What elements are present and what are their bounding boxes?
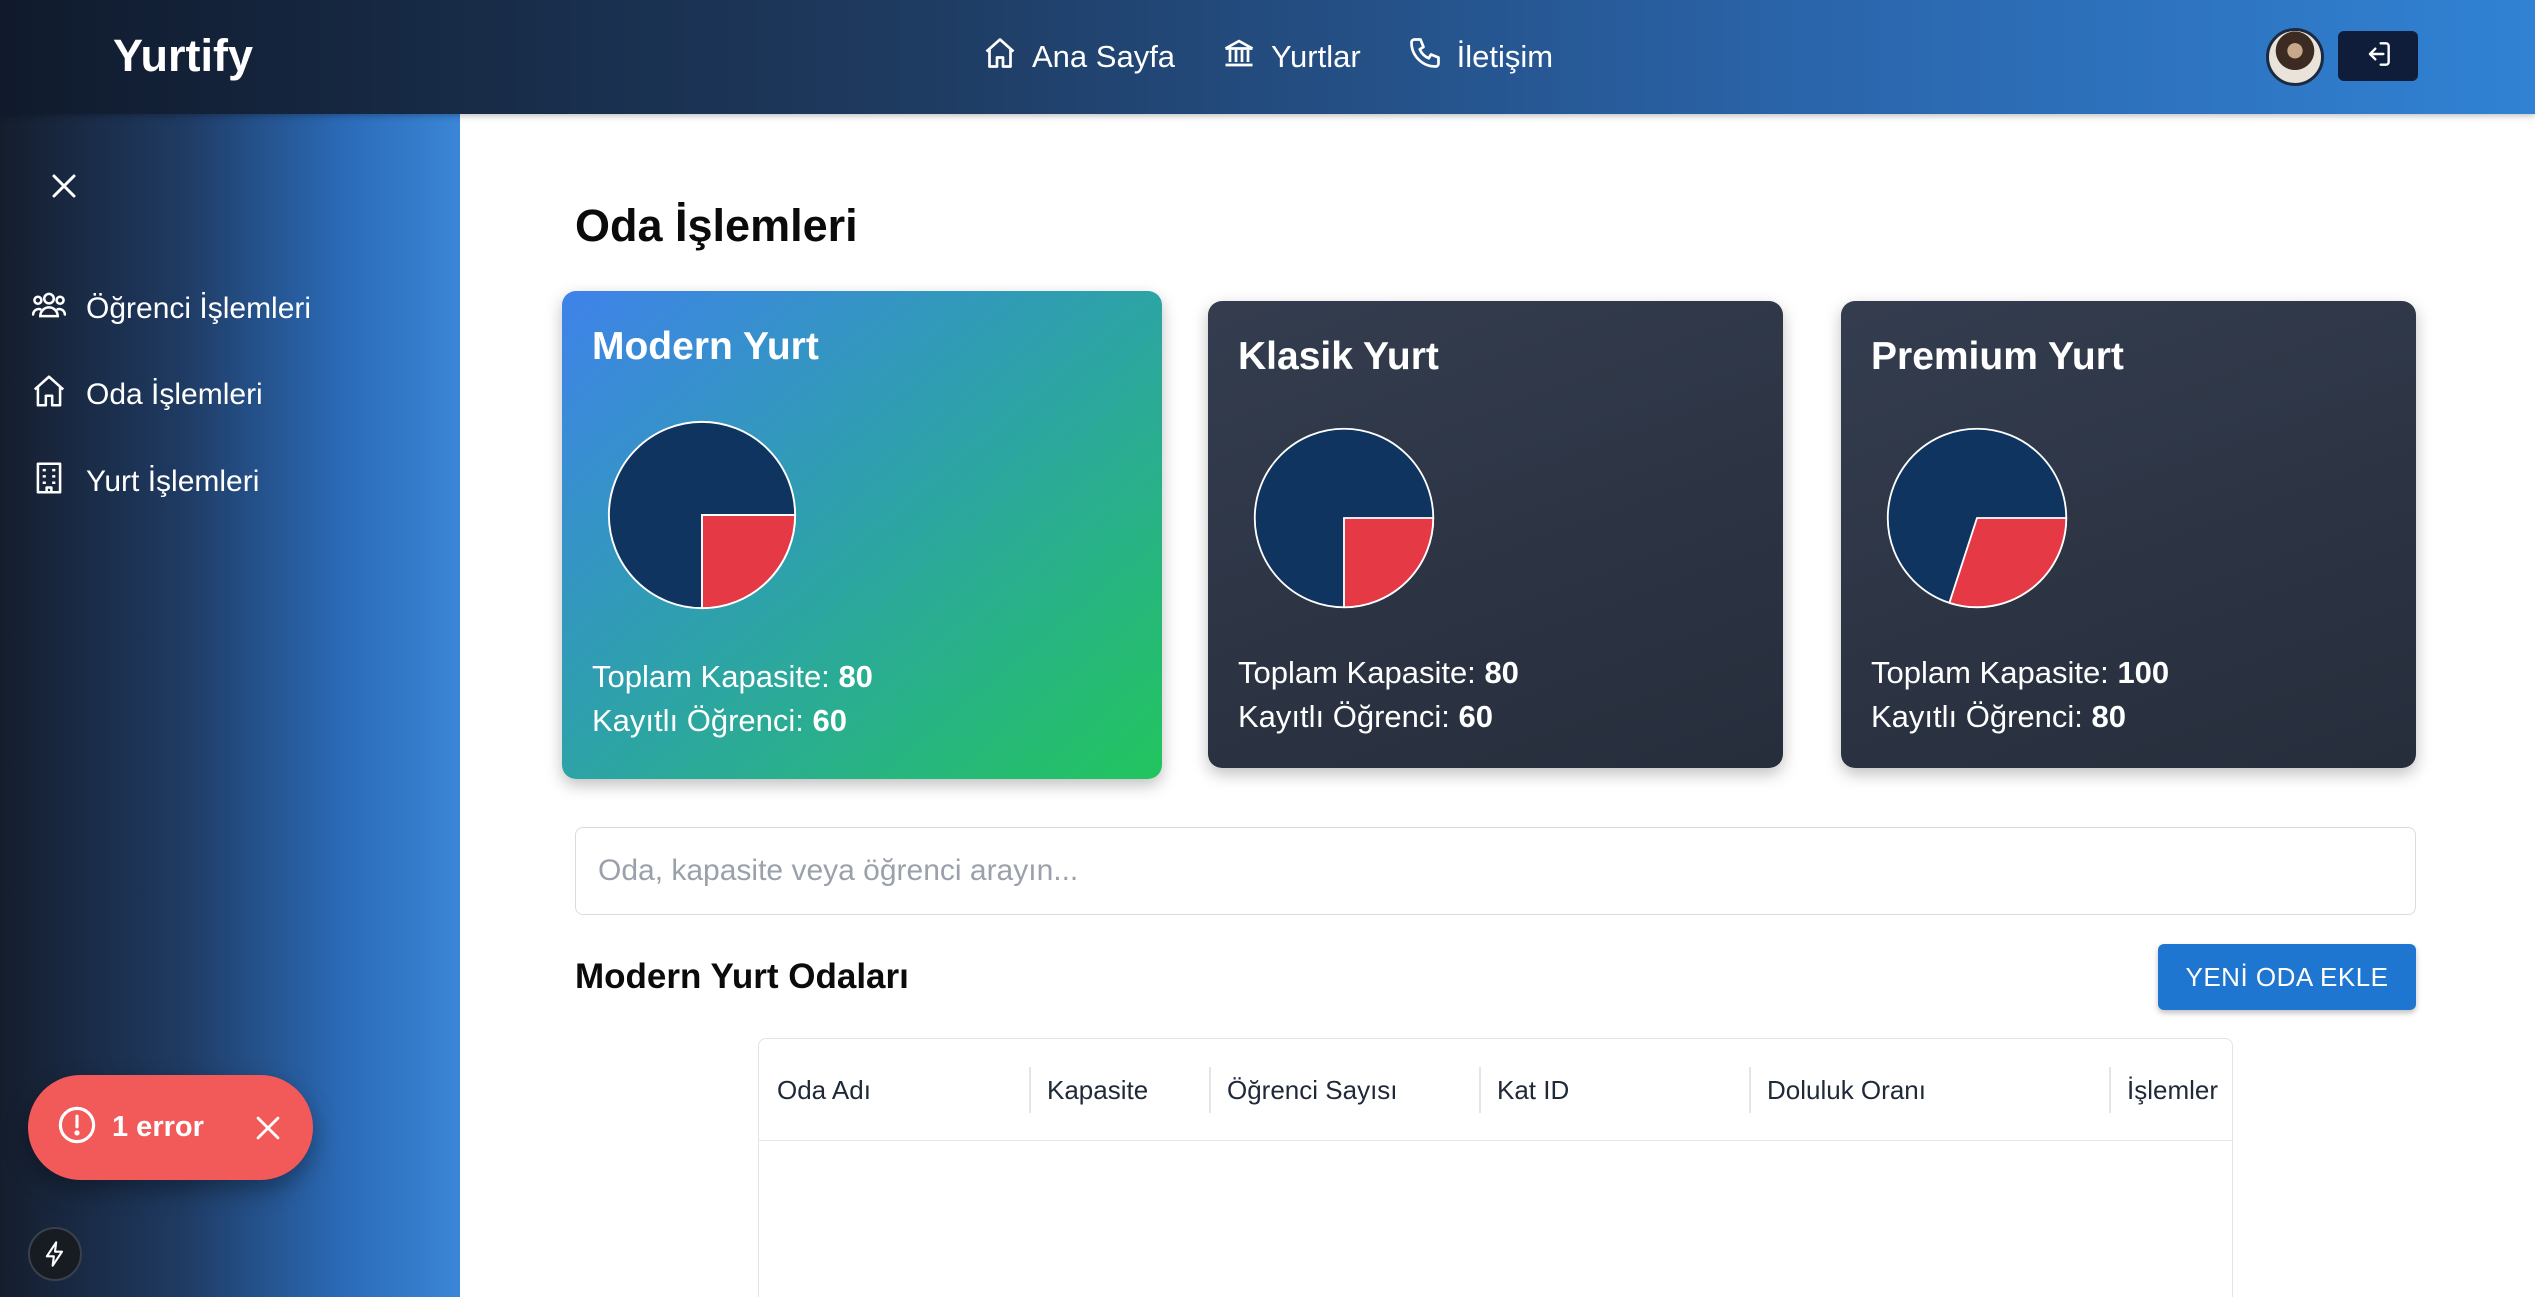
sidebar-item-label: Oda İşlemleri [86, 378, 263, 411]
page-title: Oda İşlemleri [575, 200, 858, 251]
dorm-card-premium[interactable]: Premium Yurt Toplam Kapasite: 100 Kayıtl… [1841, 301, 2416, 768]
column-separator[interactable] [1029, 1067, 1031, 1113]
close-icon[interactable] [251, 1111, 285, 1145]
column-header-floor-id[interactable]: Kat ID [1497, 1039, 1569, 1141]
occupancy-pie-chart [607, 420, 797, 610]
dorm-card-title: Modern Yurt [592, 325, 819, 368]
registered-label: Kayıtlı Öğrenci: [592, 703, 804, 738]
sidebar-item-dorms[interactable]: Yurt İşlemleri [30, 459, 259, 505]
column-separator[interactable] [1749, 1067, 1751, 1113]
user-avatar[interactable] [2266, 28, 2324, 86]
nav-dorms[interactable]: Yurtlar [1221, 35, 1361, 79]
sidebar-item-label: Yurt İşlemleri [86, 465, 260, 498]
column-header-room-name[interactable]: Oda Adı [777, 1039, 871, 1141]
capacity-label: Toplam Kapasite: [1871, 655, 2109, 690]
table-header: Oda Adı Kapasite Öğrenci Sayısı Kat ID D… [759, 1039, 2232, 1141]
sidebar-item-students[interactable]: Öğrenci İşlemleri [30, 286, 311, 332]
capacity-value: 80 [838, 659, 873, 694]
search-input[interactable] [575, 827, 2416, 915]
rooms-table: Oda Adı Kapasite Öğrenci Sayısı Kat ID D… [758, 1038, 2233, 1297]
dorm-card-title: Premium Yurt [1871, 335, 2124, 378]
nav-home-label: Ana Sayfa [1032, 39, 1176, 74]
dorm-card-klasik[interactable]: Klasik Yurt Toplam Kapasite: 80 Kayıtlı … [1208, 301, 1783, 768]
bank-icon [1221, 35, 1257, 79]
brand-logo[interactable]: Yurtify [113, 30, 253, 82]
section-title: Modern Yurt Odaları [575, 957, 909, 996]
add-room-button[interactable]: YENİ ODA EKLE [2158, 944, 2416, 1010]
capacity-value: 80 [1484, 655, 1519, 690]
dorm-card-stats: Toplam Kapasite: 80 Kayıtlı Öğrenci: 60 [1238, 651, 1519, 739]
top-navbar: Yurtify Ana Sayfa Yurtlar İletişim [0, 0, 2535, 114]
column-header-capacity[interactable]: Kapasite [1047, 1039, 1148, 1141]
main-nav: Ana Sayfa Yurtlar İletişim [982, 0, 1553, 114]
column-separator[interactable] [2109, 1067, 2111, 1113]
capacity-label: Toplam Kapasite: [592, 659, 830, 694]
registered-value: 60 [1458, 699, 1494, 734]
sidebar-item-rooms[interactable]: Oda İşlemleri [30, 372, 263, 418]
registered-label: Kayıtlı Öğrenci: [1238, 699, 1450, 734]
nav-dorms-label: Yurtlar [1271, 39, 1361, 74]
column-separator[interactable] [1209, 1067, 1211, 1113]
bolt-icon[interactable] [28, 1227, 82, 1281]
error-toast[interactable]: 1 error [28, 1075, 313, 1180]
phone-icon [1407, 35, 1443, 79]
registered-value: 80 [2091, 699, 2127, 734]
nav-home[interactable]: Ana Sayfa [982, 35, 1175, 79]
home-icon [30, 372, 68, 418]
sidebar-item-label: Öğrenci İşlemleri [86, 292, 312, 325]
error-toast-label: 1 error [112, 1111, 204, 1143]
close-icon[interactable] [44, 166, 84, 206]
capacity-label: Toplam Kapasite: [1238, 655, 1476, 690]
capacity-value: 100 [2117, 655, 2170, 690]
dorm-card-stats: Toplam Kapasite: 100 Kayıtlı Öğrenci: 80 [1871, 651, 2169, 739]
nav-contact[interactable]: İletişim [1407, 35, 1553, 79]
column-header-actions[interactable]: İşlemler [2127, 1039, 2218, 1141]
building-icon [30, 459, 68, 505]
logout-icon [2362, 38, 2394, 75]
registered-label: Kayıtlı Öğrenci: [1871, 699, 2083, 734]
dorm-card-stats: Toplam Kapasite: 80 Kayıtlı Öğrenci: 60 [592, 655, 873, 743]
users-icon [30, 286, 68, 332]
registered-value: 60 [812, 703, 848, 738]
error-icon [56, 1104, 98, 1151]
nav-contact-label: İletişim [1456, 39, 1554, 74]
column-separator[interactable] [1479, 1067, 1481, 1113]
logout-button[interactable] [2338, 31, 2418, 81]
home-icon [982, 35, 1018, 79]
dorm-card-modern[interactable]: Modern Yurt Toplam Kapasite: 80 Kayıtlı … [562, 291, 1162, 779]
occupancy-pie-chart [1253, 427, 1435, 609]
dorm-card-title: Klasik Yurt [1238, 335, 1439, 378]
column-header-occupancy-rate[interactable]: Doluluk Oranı [1767, 1039, 1926, 1141]
column-header-student-count[interactable]: Öğrenci Sayısı [1227, 1039, 1398, 1141]
occupancy-pie-chart [1886, 427, 2068, 609]
